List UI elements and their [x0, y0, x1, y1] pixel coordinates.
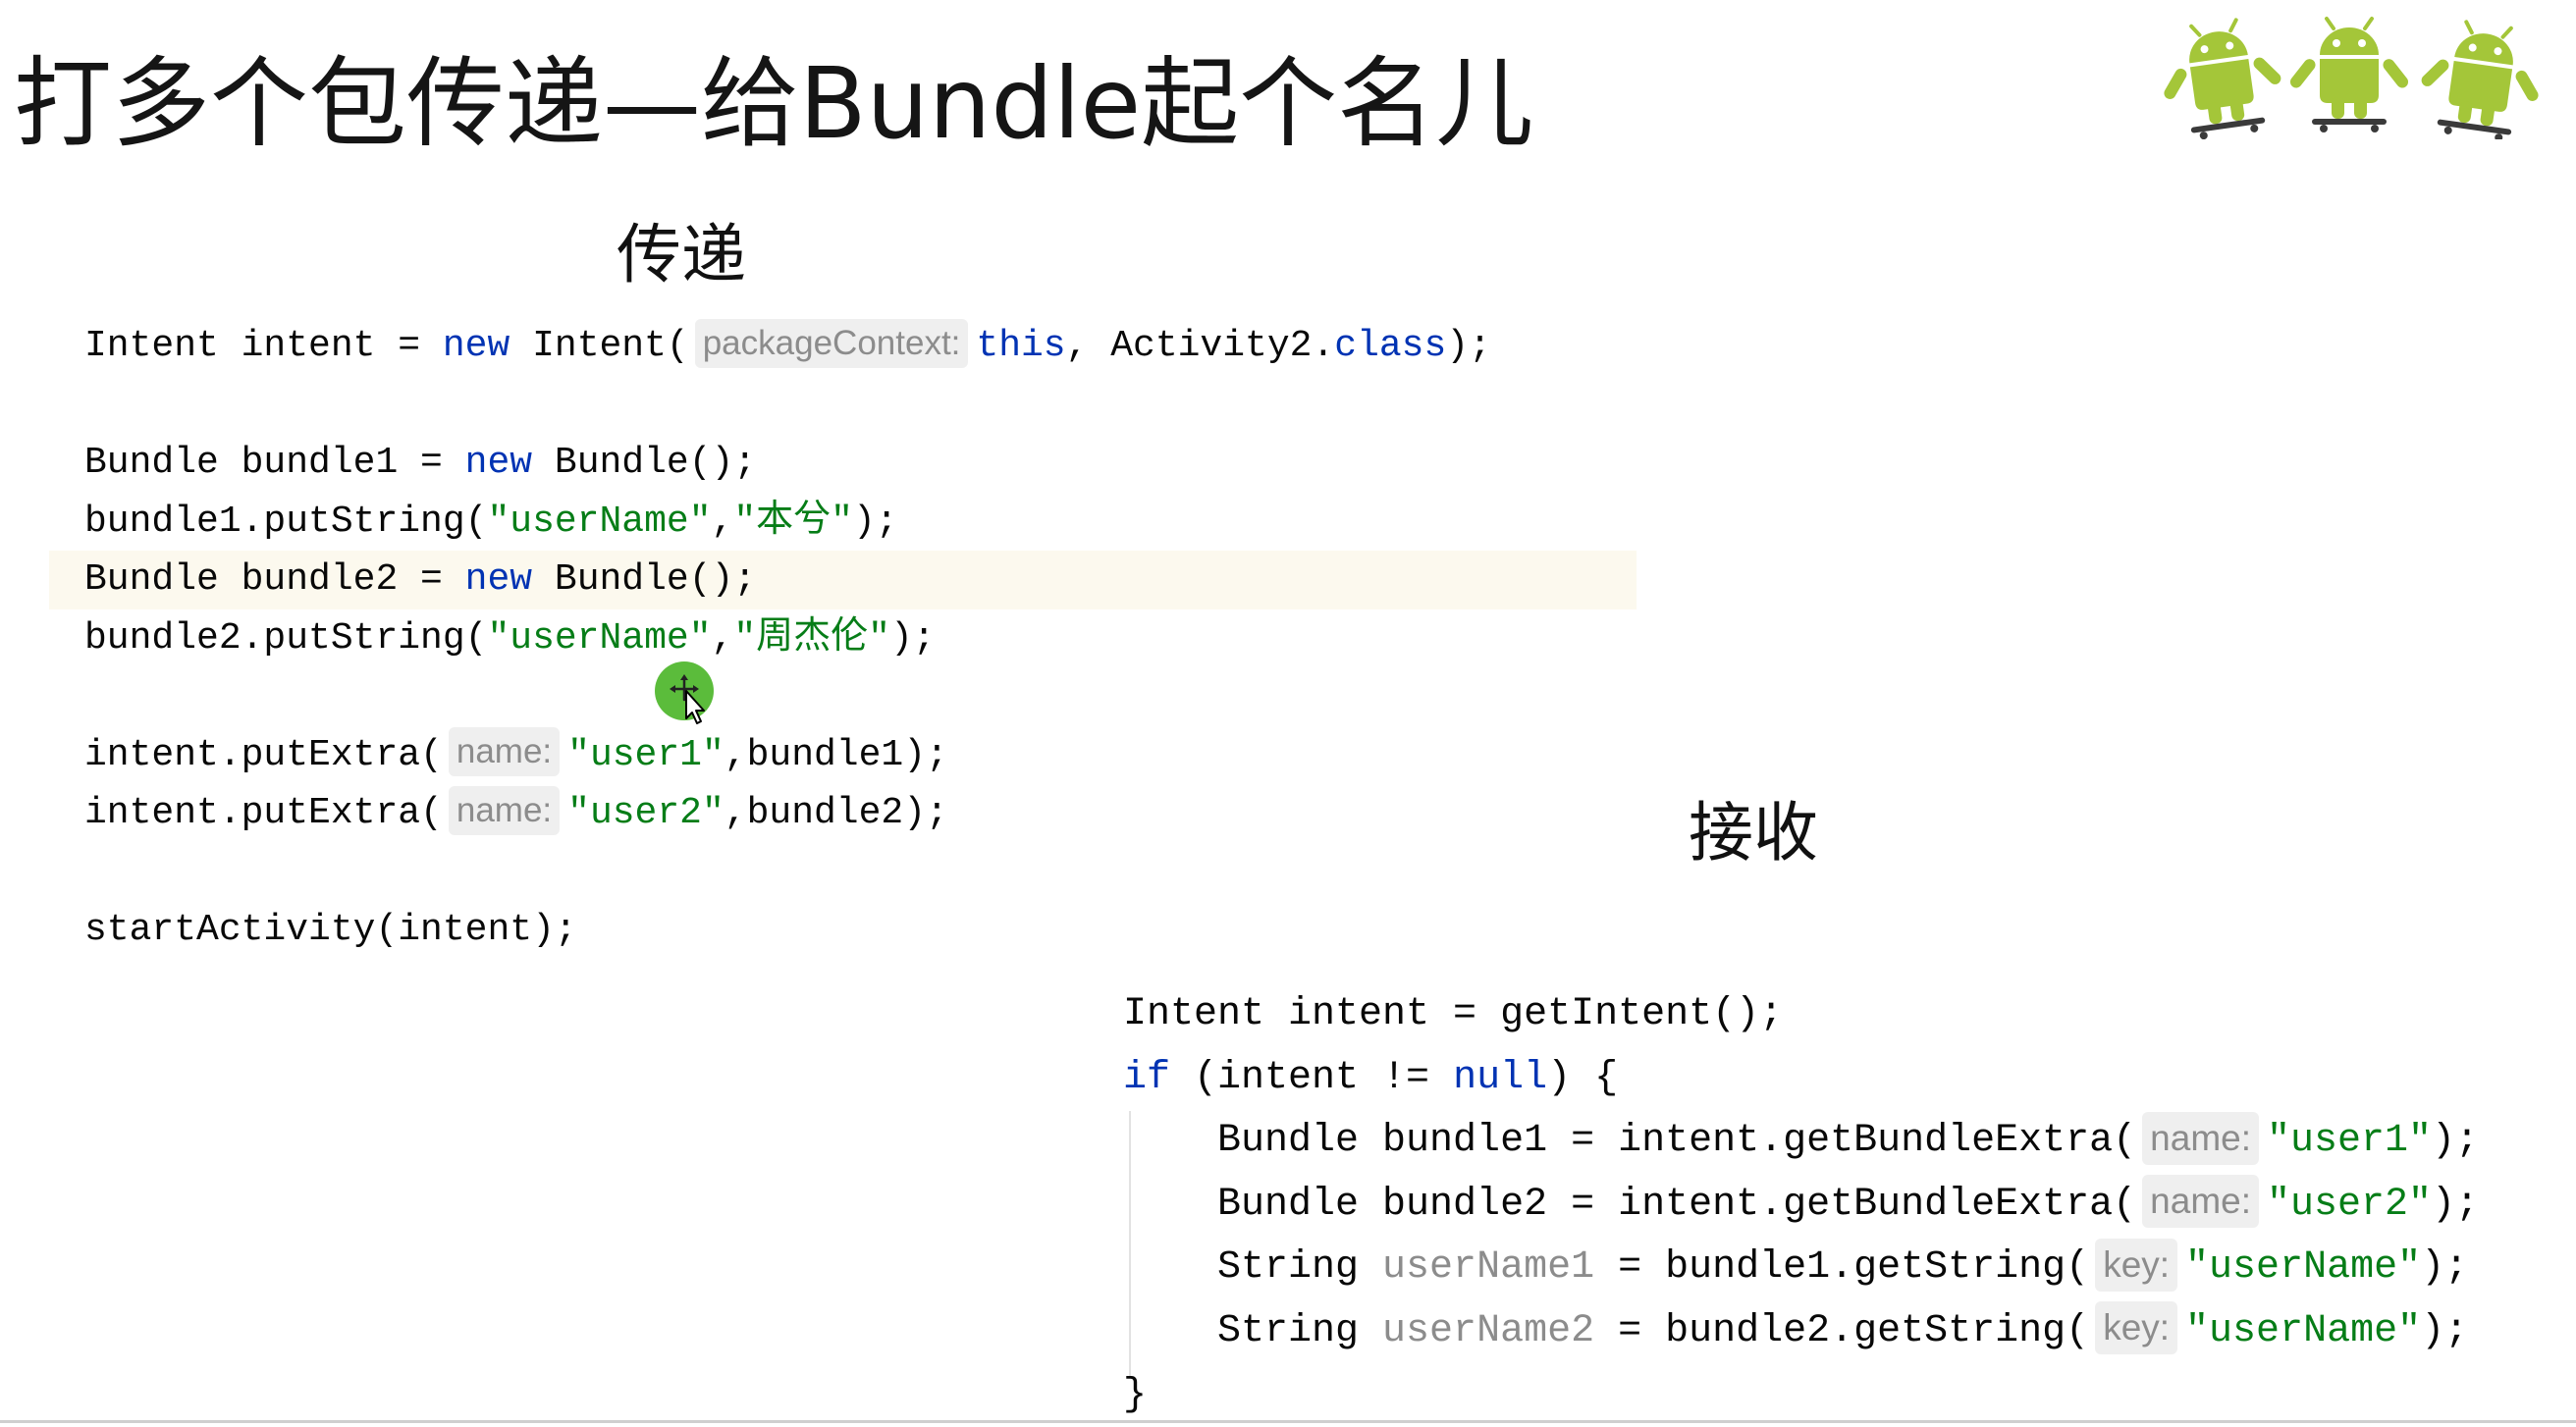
string-literal: "user1"	[2267, 1119, 2433, 1164]
code-text: intent.putExtra(	[84, 733, 443, 776]
code-text: Bundle bundle2 = intent.getBundleExtra(	[1123, 1182, 2137, 1227]
code-text: ,	[711, 616, 734, 660]
code-keyword: new	[464, 442, 533, 484]
code-line: Bundle bundle1 = intent.getBundleExtra(n…	[1123, 1110, 2556, 1174]
code-keyword: this	[976, 325, 1066, 367]
code-text: Bundle bundle1 =	[84, 442, 465, 484]
code-text: ) {	[1547, 1055, 1619, 1100]
string-literal: "userName"	[487, 616, 712, 660]
string-literal: "userName"	[2185, 1308, 2422, 1353]
code-line: Intent intent = getIntent();	[1123, 983, 2556, 1047]
code-text: ,	[711, 500, 734, 543]
code-text: startActivity(intent);	[84, 909, 577, 951]
code-line: intent.putExtra(name: "user1",bundle1);	[84, 726, 1637, 785]
string-literal: "user2"	[567, 792, 724, 834]
code-text: );	[2432, 1119, 2480, 1164]
code-keyword: if	[1123, 1055, 1171, 1100]
parameter-hint: key:	[2095, 1238, 2178, 1292]
parameter-hint: name:	[448, 785, 561, 835]
code-text: ,bundle1);	[724, 733, 948, 776]
code-text: ,bundle2);	[724, 792, 948, 834]
code-text: = bundle1.getString(	[1594, 1245, 2090, 1291]
code-text: String	[1123, 1308, 1383, 1353]
code-text: }	[1123, 1372, 1148, 1417]
code-text: );	[852, 500, 898, 543]
unused-variable: userName1	[1382, 1245, 1595, 1291]
code-text: , Activity2.	[1065, 325, 1335, 367]
parameter-hint: name:	[448, 727, 561, 777]
code-keyword: class	[1334, 325, 1447, 367]
code-text: = bundle2.getString(	[1594, 1308, 2090, 1353]
slide-title: 打多个包传递—给Bundle起个名儿	[14, 46, 1534, 161]
code-line: if (intent != null) {	[1123, 1047, 2556, 1111]
parameter-hint: name:	[2142, 1175, 2260, 1229]
code-text: Intent intent = getIntent();	[1123, 992, 1784, 1036]
string-literal: "userName"	[2185, 1245, 2422, 1291]
receive-heading: 接收	[1689, 795, 1818, 871]
move-cursor-icon	[655, 661, 714, 724]
code-line: String userName1 = bundle1.getString(key…	[1123, 1237, 2556, 1300]
parameter-hint: name:	[2142, 1111, 2260, 1165]
code-text: );	[2432, 1182, 2480, 1227]
code-text: Bundle bundle1 = intent.getBundleExtra(	[1123, 1119, 2137, 1164]
code-keyword: null	[1453, 1055, 1548, 1100]
send-code-block: Intent intent = new Intent(packageContex…	[49, 317, 1637, 960]
code-text: (intent !=	[1170, 1055, 1454, 1100]
code-line-current: Bundle bundle2 = new Bundle();	[49, 551, 1637, 609]
code-text: );	[1446, 325, 1491, 367]
android-robots-logo	[2163, 12, 2551, 139]
string-literal: "本兮"	[733, 500, 853, 543]
code-text: Bundle bundle2 =	[84, 558, 465, 601]
unused-variable: userName2	[1382, 1308, 1595, 1353]
code-text: intent.putExtra(	[84, 792, 443, 834]
code-line: bundle1.putString("userName","本兮");	[84, 493, 1637, 552]
code-keyword: new	[442, 325, 510, 367]
send-heading: 传递	[617, 217, 746, 292]
code-line: startActivity(intent);	[84, 901, 1637, 960]
code-text: );	[2421, 1245, 2469, 1291]
code-text: bundle1.putString(	[84, 500, 488, 543]
code-line: bundle2.putString("userName","周杰伦");	[84, 609, 1637, 668]
android-robot-icon	[2285, 17, 2413, 134]
string-literal: "userName"	[487, 500, 712, 543]
code-text: bundle2.putString(	[84, 616, 488, 660]
code-text: Bundle();	[532, 442, 757, 484]
code-line: Bundle bundle2 = intent.getBundleExtra(n…	[1123, 1174, 2556, 1238]
code-text: Intent(	[510, 325, 689, 367]
parameter-hint: packageContext:	[694, 318, 969, 368]
code-text: );	[889, 616, 936, 660]
code-line: }	[1123, 1364, 2556, 1427]
parameter-hint: key:	[2095, 1301, 2178, 1355]
android-robot-icon	[2410, 14, 2551, 139]
android-robot-icon	[2163, 12, 2292, 139]
receive-code-block: Intent intent = getIntent(); if (intent !…	[1123, 983, 2556, 1427]
code-text: Bundle();	[532, 558, 757, 601]
code-line: intent.putExtra(name: "user2",bundle2);	[84, 784, 1637, 843]
code-text: String	[1123, 1245, 1383, 1291]
bottom-divider	[0, 1420, 2576, 1423]
code-line: String userName2 = bundle2.getString(key…	[1123, 1300, 2556, 1364]
code-text: Intent intent =	[84, 325, 443, 367]
code-text: );	[2421, 1308, 2469, 1353]
string-literal: "user2"	[2267, 1182, 2433, 1227]
string-literal: "周杰伦"	[733, 616, 890, 660]
code-keyword: new	[464, 558, 533, 601]
code-line: Intent intent = new Intent(packageContex…	[84, 317, 1637, 376]
code-line: Bundle bundle1 = new Bundle();	[84, 434, 1637, 493]
